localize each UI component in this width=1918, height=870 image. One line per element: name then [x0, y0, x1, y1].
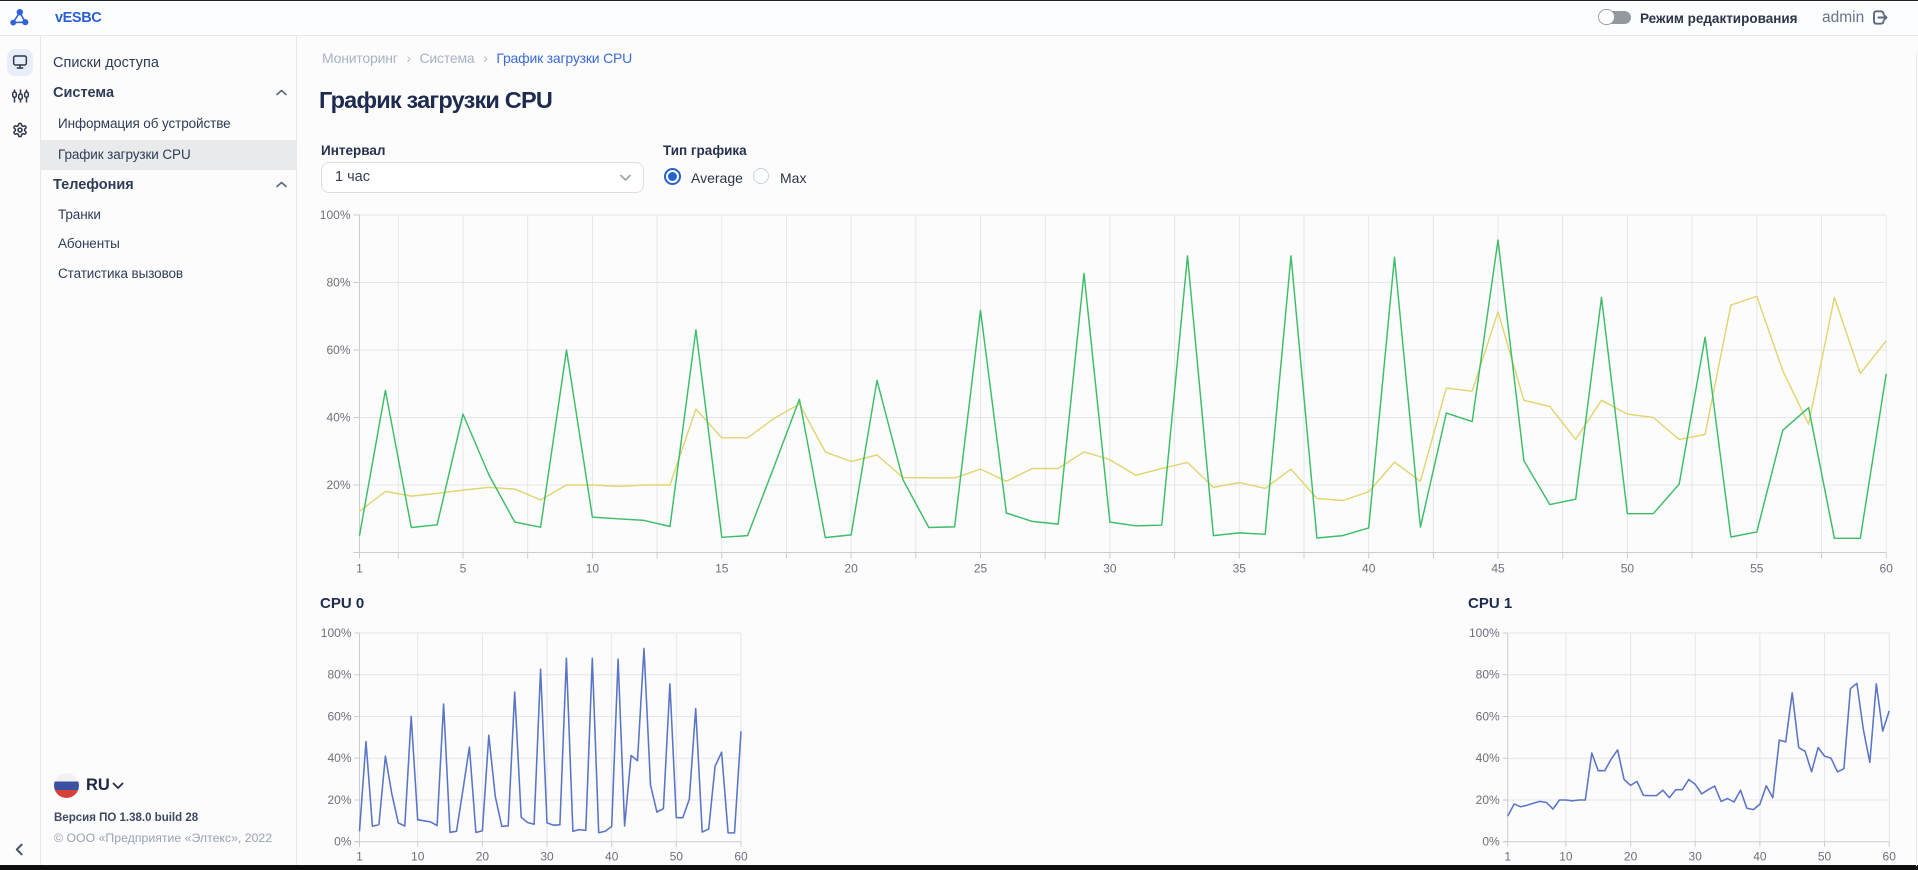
svg-text:20%: 20%	[326, 478, 350, 492]
svg-text:25: 25	[974, 562, 988, 576]
svg-text:10: 10	[1559, 850, 1573, 864]
svg-text:50: 50	[1818, 850, 1832, 864]
svg-text:10: 10	[586, 562, 600, 576]
svg-text:50: 50	[1621, 562, 1635, 576]
svg-text:35: 35	[1233, 562, 1247, 576]
svg-text:20%: 20%	[1476, 793, 1500, 807]
svg-text:30: 30	[540, 850, 554, 864]
svg-text:20: 20	[1624, 850, 1638, 864]
svg-text:0%: 0%	[334, 835, 352, 849]
svg-text:20: 20	[476, 850, 490, 864]
svg-text:60%: 60%	[327, 710, 351, 724]
svg-text:5: 5	[460, 562, 467, 576]
svg-text:15: 15	[715, 562, 729, 576]
svg-text:80%: 80%	[1476, 668, 1500, 682]
svg-text:80%: 80%	[326, 276, 350, 290]
svg-text:1: 1	[356, 850, 363, 864]
svg-text:40: 40	[605, 850, 619, 864]
svg-text:100%: 100%	[320, 208, 351, 222]
svg-text:10: 10	[411, 850, 425, 864]
svg-text:45: 45	[1491, 562, 1505, 576]
svg-text:30: 30	[1689, 850, 1703, 864]
svg-text:60: 60	[1883, 850, 1897, 864]
svg-text:60: 60	[1880, 562, 1894, 576]
svg-text:40: 40	[1753, 850, 1767, 864]
svg-text:0%: 0%	[1482, 835, 1500, 849]
svg-text:50: 50	[670, 850, 684, 864]
svg-text:20%: 20%	[327, 793, 351, 807]
svg-text:40%: 40%	[326, 411, 350, 425]
svg-text:100%: 100%	[1469, 626, 1500, 640]
svg-text:60%: 60%	[1476, 710, 1500, 724]
svg-text:40%: 40%	[327, 751, 351, 765]
svg-text:1: 1	[1504, 850, 1511, 864]
svg-text:30: 30	[1103, 562, 1117, 576]
svg-text:80%: 80%	[327, 668, 351, 682]
svg-text:1: 1	[356, 562, 363, 576]
svg-text:55: 55	[1750, 562, 1764, 576]
svg-text:60%: 60%	[326, 343, 350, 357]
svg-text:40%: 40%	[1476, 751, 1500, 765]
svg-text:60: 60	[734, 850, 748, 864]
svg-text:100%: 100%	[321, 626, 352, 640]
svg-text:20: 20	[844, 562, 858, 576]
svg-text:40: 40	[1362, 562, 1376, 576]
